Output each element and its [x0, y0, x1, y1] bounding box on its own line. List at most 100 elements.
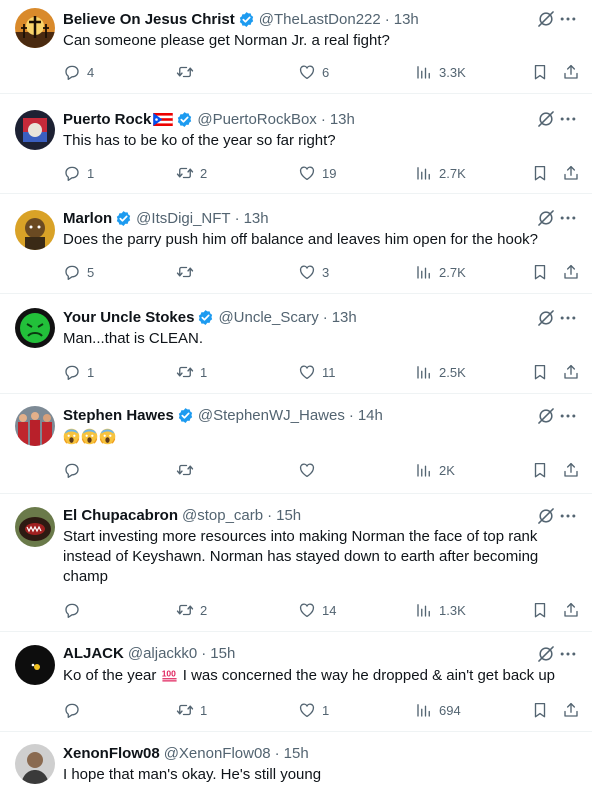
- views-button[interactable]: 694: [415, 700, 461, 720]
- retweet-button[interactable]: [176, 62, 200, 82]
- retweet-button[interactable]: 1: [176, 700, 207, 720]
- more-icon[interactable]: [558, 9, 578, 29]
- bookmark-button[interactable]: [531, 262, 549, 282]
- views-button[interactable]: 2.7K: [415, 262, 466, 282]
- display-name[interactable]: ALJACK: [63, 645, 124, 662]
- bookmark-button[interactable]: [531, 700, 549, 720]
- avatar[interactable]: [15, 406, 55, 446]
- reply-button[interactable]: [63, 700, 87, 720]
- handle[interactable]: @TheLastDon222: [259, 11, 381, 28]
- avatar[interactable]: [15, 744, 55, 784]
- like-button[interactable]: 19: [298, 163, 336, 183]
- timestamp[interactable]: 15h: [284, 745, 309, 762]
- grok-icon[interactable]: [536, 109, 556, 129]
- views-button[interactable]: 2.7K: [415, 163, 466, 183]
- more-icon[interactable]: [558, 208, 578, 228]
- share-button[interactable]: [562, 600, 580, 620]
- reply-button[interactable]: [63, 460, 87, 480]
- avatar[interactable]: [15, 210, 55, 250]
- tweet-2[interactable]: Puerto Rock @PuertoRockBox · 13h This ha…: [0, 94, 592, 194]
- retweet-button[interactable]: 2: [176, 163, 207, 183]
- avatar[interactable]: [15, 8, 55, 48]
- avatar[interactable]: [15, 308, 55, 348]
- tweet-3[interactable]: Marlon @ItsDigi_NFT · 13h Does the parry…: [0, 194, 592, 294]
- timestamp[interactable]: 14h: [358, 407, 383, 424]
- reply-button[interactable]: [63, 600, 87, 620]
- views-button[interactable]: 2K: [415, 460, 455, 480]
- like-button[interactable]: 11: [298, 362, 336, 382]
- timestamp[interactable]: 13h: [244, 210, 269, 227]
- reply-button[interactable]: 4: [63, 62, 94, 82]
- more-icon[interactable]: [558, 644, 578, 664]
- share-button[interactable]: [562, 262, 580, 282]
- bookmark-button[interactable]: [531, 362, 549, 382]
- grok-icon[interactable]: [536, 9, 556, 29]
- views-button[interactable]: 1.3K: [415, 600, 466, 620]
- timestamp[interactable]: 15h: [276, 507, 301, 524]
- handle[interactable]: @ItsDigi_NFT: [136, 210, 230, 227]
- retweet-button[interactable]: 1: [176, 362, 207, 382]
- tweet-1[interactable]: Believe On Jesus Christ @TheLastDon222 ·…: [0, 0, 592, 94]
- display-name[interactable]: Stephen Hawes: [63, 407, 174, 424]
- retweet-button[interactable]: 2: [176, 600, 207, 620]
- display-name[interactable]: XenonFlow08: [63, 745, 160, 762]
- reply-button[interactable]: 1: [63, 362, 94, 382]
- tweet-header: XenonFlow08 @XenonFlow08 · 15h: [63, 742, 522, 764]
- display-name[interactable]: Puerto Rock: [63, 111, 151, 128]
- like-button[interactable]: 3: [298, 262, 329, 282]
- avatar[interactable]: [15, 110, 55, 150]
- display-name[interactable]: Believe On Jesus Christ: [63, 11, 235, 28]
- display-name[interactable]: Marlon: [63, 210, 112, 227]
- like-button[interactable]: 14: [298, 600, 336, 620]
- timestamp[interactable]: 13h: [394, 11, 419, 28]
- retweet-button[interactable]: [176, 262, 200, 282]
- grok-icon[interactable]: [536, 208, 556, 228]
- share-button[interactable]: [562, 163, 580, 183]
- share-button[interactable]: [562, 700, 580, 720]
- display-name[interactable]: Your Uncle Stokes: [63, 309, 194, 326]
- handle[interactable]: @PuertoRockBox: [197, 111, 316, 128]
- share-button[interactable]: [562, 460, 580, 480]
- bookmark-button[interactable]: [531, 163, 549, 183]
- avatar[interactable]: [15, 645, 55, 685]
- tweet-4[interactable]: Your Uncle Stokes @Uncle_Scary · 13h Man…: [0, 294, 592, 394]
- timestamp[interactable]: 15h: [210, 645, 235, 662]
- more-icon[interactable]: [558, 506, 578, 526]
- display-name[interactable]: El Chupacabron: [63, 507, 178, 524]
- more-icon[interactable]: [558, 308, 578, 328]
- tweet-7[interactable]: ALJACK @aljackk0 · 15h Ko of the year I …: [0, 632, 592, 732]
- tweet-8[interactable]: XenonFlow08 @XenonFlow08 · 15h I hope th…: [0, 732, 592, 796]
- share-button[interactable]: [562, 362, 580, 382]
- bookmark-button[interactable]: [531, 460, 549, 480]
- grok-icon[interactable]: [536, 644, 556, 664]
- tweet-6[interactable]: El Chupacabron @stop_carb · 15h Start in…: [0, 494, 592, 632]
- like-button[interactable]: [298, 460, 322, 480]
- handle[interactable]: @Uncle_Scary: [218, 309, 318, 326]
- timestamp[interactable]: 13h: [332, 309, 357, 326]
- more-icon[interactable]: [558, 406, 578, 426]
- reply-button[interactable]: 1: [63, 163, 94, 183]
- bookmark-button[interactable]: [531, 62, 549, 82]
- bookmark-button[interactable]: [531, 600, 549, 620]
- handle[interactable]: @stop_carb: [182, 507, 263, 524]
- timestamp[interactable]: 13h: [330, 111, 355, 128]
- views-button[interactable]: 3.3K: [415, 62, 466, 82]
- retweet-button[interactable]: [176, 460, 200, 480]
- grok-icon[interactable]: [536, 308, 556, 328]
- grok-icon[interactable]: [536, 406, 556, 426]
- handle[interactable]: @aljackk0: [128, 645, 197, 662]
- bookmark-icon: [531, 63, 549, 81]
- tweet-5[interactable]: Stephen Hawes @StephenWJ_Hawes · 14h 2K: [0, 394, 592, 494]
- bookmark-icon: [531, 363, 549, 381]
- handle[interactable]: @StephenWJ_Hawes: [198, 407, 345, 424]
- share-button[interactable]: [562, 62, 580, 82]
- heart-icon: [298, 601, 316, 619]
- grok-icon[interactable]: [536, 506, 556, 526]
- like-button[interactable]: 6: [298, 62, 329, 82]
- avatar[interactable]: [15, 507, 55, 547]
- handle[interactable]: @XenonFlow08: [164, 745, 271, 762]
- more-icon[interactable]: [558, 109, 578, 129]
- views-button[interactable]: 2.5K: [415, 362, 466, 382]
- reply-button[interactable]: 5: [63, 262, 94, 282]
- like-button[interactable]: 1: [298, 700, 329, 720]
